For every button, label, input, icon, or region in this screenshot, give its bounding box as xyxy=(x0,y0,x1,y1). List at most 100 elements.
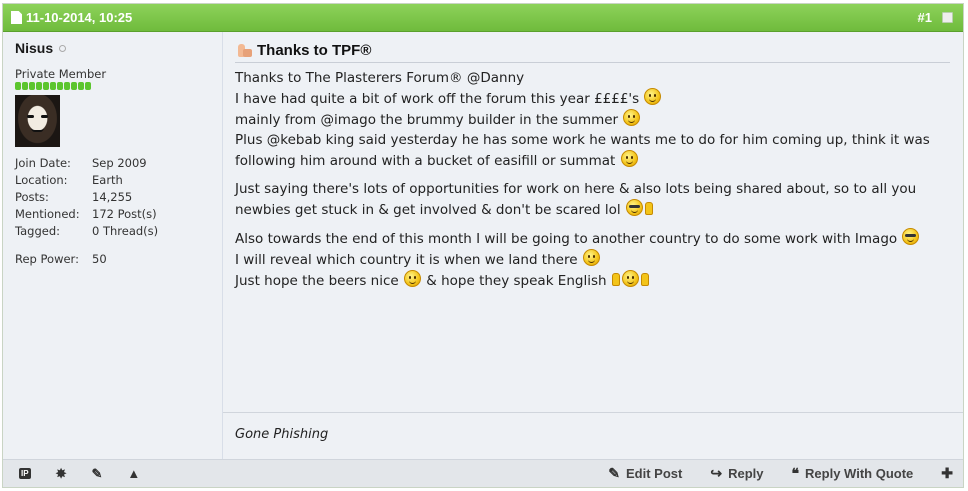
cool-icon xyxy=(902,228,920,245)
thumbs-up-icon xyxy=(235,43,253,58)
message-line-wrap: Just hope the beers nice & hope they spe… xyxy=(235,270,950,291)
reputation-bar xyxy=(15,82,210,90)
message-line: Thanks to The Plasterers Forum® @Danny xyxy=(235,70,525,86)
stat-label: Posts: xyxy=(15,189,49,204)
stat-mentioned: Mentioned: 172 Post(s) xyxy=(15,205,210,222)
post-date: 11-10-2014, 10:25 xyxy=(26,10,133,25)
message-line-wrap: I will reveal which country it is when w… xyxy=(235,249,950,270)
post-header: 11-10-2014, 10:25 #1 xyxy=(3,4,963,32)
userinfo-panel: Nisus Private Member Join Date: Sep 2009 … xyxy=(3,32,223,459)
ip-icon[interactable]: IP xyxy=(19,468,31,479)
reputation-pip xyxy=(50,82,56,90)
message-paragraph: Just saying there's lots of opportunitie… xyxy=(235,179,950,220)
avatar[interactable] xyxy=(15,95,60,147)
stat-label: Location: xyxy=(15,172,68,187)
reply-with-quote-button[interactable]: ❝ Reply With Quote xyxy=(792,465,914,482)
stat-value: 14,255 xyxy=(92,189,133,204)
reputation-pip xyxy=(64,82,70,90)
username-link[interactable]: Nisus xyxy=(15,40,53,56)
post-header-right: #1 xyxy=(918,10,953,25)
mentioned-link[interactable]: 172 Post(s) xyxy=(92,207,157,221)
reply-arrow-icon: ↪ xyxy=(710,465,723,481)
reputation-pip xyxy=(22,82,28,90)
stat-value: 50 xyxy=(92,251,107,266)
message-line: Plus @kebab king said yesterday he has s… xyxy=(235,132,930,169)
message-line: I will reveal which country it is when w… xyxy=(235,252,578,268)
edit-post-button[interactable]: ✎ Edit Post xyxy=(608,465,682,482)
grin-icon xyxy=(621,270,639,287)
reputation-pip xyxy=(36,82,42,90)
multiquote-icon: ✚ xyxy=(941,465,953,481)
message-line: I have had quite a bit of work off the f… xyxy=(235,91,640,107)
cool-icon xyxy=(625,199,643,216)
thumbs-up-icon xyxy=(611,273,620,286)
post-title-row: Thanks to TPF® xyxy=(235,42,950,63)
username-row: Nisus xyxy=(15,40,210,56)
post-select-checkbox[interactable] xyxy=(942,12,953,23)
quote-icon: ❝ xyxy=(791,465,800,481)
grin-icon xyxy=(623,109,641,126)
stat-label: Join Date: xyxy=(15,155,71,170)
stat-location: Location: Earth xyxy=(15,171,210,188)
post-body: Nisus Private Member Join Date: Sep 2009 … xyxy=(3,32,963,459)
reputation-pip xyxy=(78,82,84,90)
message-area: Thanks to TPF® Thanks to The Plasterers … xyxy=(223,32,963,412)
edit-post-label: Edit Post xyxy=(626,466,683,481)
star-report-icon[interactable]: ✸ xyxy=(56,466,67,482)
avatar-eye-right xyxy=(41,115,48,118)
stat-posts: Posts: 14,255 xyxy=(15,188,210,205)
reputation-pip xyxy=(85,82,91,90)
post-footer: IP ✸ ✎ ▲ ✎ Edit Post ↪ Reply ❝ Reply With Q… xyxy=(3,459,963,487)
message-line: Just saying there's lots of opportunitie… xyxy=(235,181,917,218)
post-number-link[interactable]: #1 xyxy=(918,10,932,25)
signature: Gone Phishing xyxy=(223,412,963,459)
message-paragraph: Also towards the end of this month I wil… xyxy=(235,228,950,291)
forum-post: 11-10-2014, 10:25 #1 Nisus Private Membe… xyxy=(2,3,964,488)
reply-label: Reply xyxy=(728,466,764,481)
multiquote-button[interactable]: ✚ xyxy=(941,465,953,482)
stat-join-date: Join Date: Sep 2009 xyxy=(15,154,210,171)
message-paragraph: Thanks to The Plasterers Forum® @Danny I… xyxy=(235,68,950,171)
wink-icon xyxy=(582,249,600,266)
user-title: Private Member xyxy=(15,67,107,81)
stat-label: Mentioned: xyxy=(15,206,80,221)
smile-icon xyxy=(644,88,662,105)
avatar-eye-left xyxy=(27,115,34,118)
smile-icon xyxy=(403,270,421,287)
post-title: Thanks to TPF® xyxy=(257,42,372,59)
message-line: Just hope the beers nice xyxy=(235,273,399,289)
message-line-wrap: mainly from @imago the brummy builder in… xyxy=(235,109,950,130)
message-line-wrap: I have had quite a bit of work off the f… xyxy=(235,88,950,109)
post-content: Thanks to TPF® Thanks to The Plasterers … xyxy=(223,32,963,459)
reputation-pip xyxy=(15,82,21,90)
stat-tagged: Tagged: 0 Thread(s) xyxy=(15,222,210,239)
reply-button[interactable]: ↪ Reply xyxy=(710,465,763,482)
stat-label: Tagged: xyxy=(15,223,61,238)
message-line: mainly from @imago the brummy builder in… xyxy=(235,112,619,128)
avatar-mouth xyxy=(31,128,44,132)
post-date-group: 11-10-2014, 10:25 xyxy=(11,10,132,25)
reputation-pip xyxy=(71,82,77,90)
reputation-pip xyxy=(43,82,49,90)
tagged-link[interactable]: 0 Thread(s) xyxy=(92,224,158,238)
message-line-wrap: Also towards the end of this month I wil… xyxy=(235,228,950,249)
tongue-icon xyxy=(620,150,638,167)
stat-label: Rep Power: xyxy=(15,251,79,266)
infraction-icon[interactable]: ✎ xyxy=(91,466,102,482)
document-icon xyxy=(11,11,22,24)
warning-icon[interactable]: ▲ xyxy=(127,466,140,481)
user-stats: Join Date: Sep 2009 Location: Earth Posts:… xyxy=(15,154,210,239)
message-line: Also towards the end of this month I wil… xyxy=(235,231,898,247)
post-message: Thanks to The Plasterers Forum® @Danny I… xyxy=(235,68,950,291)
offline-status-icon xyxy=(59,44,67,52)
footer-tools: IP ✸ ✎ ▲ xyxy=(19,466,140,482)
message-line: & hope they speak English xyxy=(426,273,607,289)
stat-rep-power: Rep Power: 50 xyxy=(15,250,210,267)
message-line-wrap: Plus @kebab king said yesterday he has s… xyxy=(235,130,950,171)
pencil-icon: ✎ xyxy=(608,465,621,481)
reply-with-quote-label: Reply With Quote xyxy=(805,466,914,481)
reputation-pip xyxy=(29,82,35,90)
reputation-pip xyxy=(57,82,63,90)
thumbs-up-icon xyxy=(644,202,653,215)
stat-value: Earth xyxy=(92,172,123,187)
